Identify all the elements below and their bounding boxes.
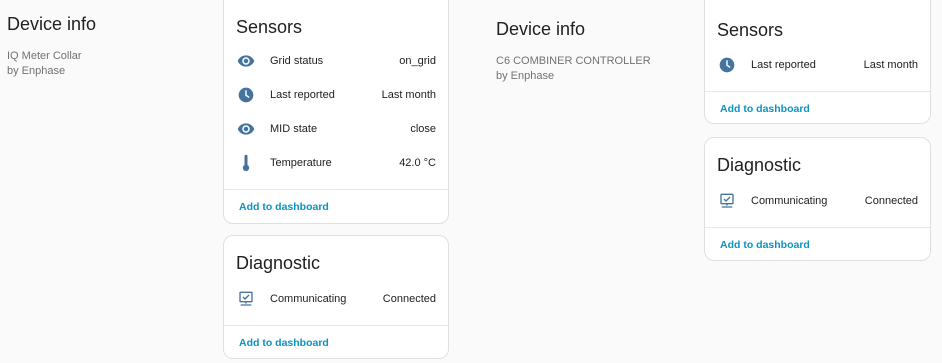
sensor-row-grid-status[interactable]: Grid status on_grid [236,51,436,71]
card-divider [224,325,448,326]
clock-icon [236,85,256,105]
sensor-value: close [410,123,436,135]
device-info-left: Device info IQ Meter Collar by Enphase [7,14,96,79]
device-manufacturer: by Enphase [496,70,555,82]
sensor-row-temperature[interactable]: Temperature 42.0 °C [236,153,436,173]
sensor-label: Grid status [270,55,324,67]
clock-icon [717,55,737,75]
sensor-row-mid-state[interactable]: MID state close [236,119,436,139]
device-model: C6 COMBINER CONTROLLER [496,55,651,67]
sensors-title: Sensors [717,20,784,40]
card-divider [705,227,930,228]
sensor-label: Temperature [270,157,332,169]
diagnostic-title: Diagnostic [236,253,321,273]
diagnostic-label: Communicating [751,195,828,207]
diagnostic-value: Connected [382,293,436,305]
sensor-label: Last reported [751,59,816,71]
eye-icon [236,119,256,139]
add-to-dashboard-link[interactable]: Add to dashboard [720,239,810,251]
device-manufacturer: by Enphase [7,65,66,77]
sensor-label: Last reported [270,89,335,101]
sensors-card-left: Sensors Grid status on_grid Last reporte… [223,0,449,224]
device-info-title: Device info [496,19,586,39]
diagnostic-row-communicating[interactable]: Communicating Connected [236,289,436,309]
sensor-label: MID state [270,123,318,135]
sensors-title: Sensors [236,17,303,37]
sensor-row-last-reported[interactable]: Last reported Last month [717,55,918,75]
diagnostic-value: Connected [864,195,918,207]
device-model: IQ Meter Collar [7,50,82,62]
diagnostic-card-right: Diagnostic Communicating Connected Add t… [704,137,931,261]
sensor-value: Last month [863,59,918,71]
add-to-dashboard-link[interactable]: Add to dashboard [720,103,810,115]
add-to-dashboard-link[interactable]: Add to dashboard [239,201,329,213]
eye-icon [236,51,256,71]
sensors-card-right: Sensors Last reported Last month Add to … [704,0,931,124]
thermometer-icon [236,153,256,173]
sensor-value: 42.0 °C [399,157,436,169]
card-divider [705,91,930,92]
device-info-right: Device info C6 COMBINER CONTROLLER by En… [496,19,651,84]
network-check-icon [236,289,256,309]
sensor-value: Last month [381,89,436,101]
diagnostic-card-left: Diagnostic Communicating Connected Add t… [223,235,449,359]
diagnostic-label: Communicating [270,293,347,305]
device-info-title: Device info [7,14,97,34]
sensor-value: on_grid [399,55,436,67]
sensor-row-last-reported[interactable]: Last reported Last month [236,85,436,105]
diagnostic-row-communicating[interactable]: Communicating Connected [717,191,918,211]
network-check-icon [717,191,737,211]
card-divider [224,189,448,190]
diagnostic-title: Diagnostic [717,155,802,175]
add-to-dashboard-link[interactable]: Add to dashboard [239,337,329,349]
